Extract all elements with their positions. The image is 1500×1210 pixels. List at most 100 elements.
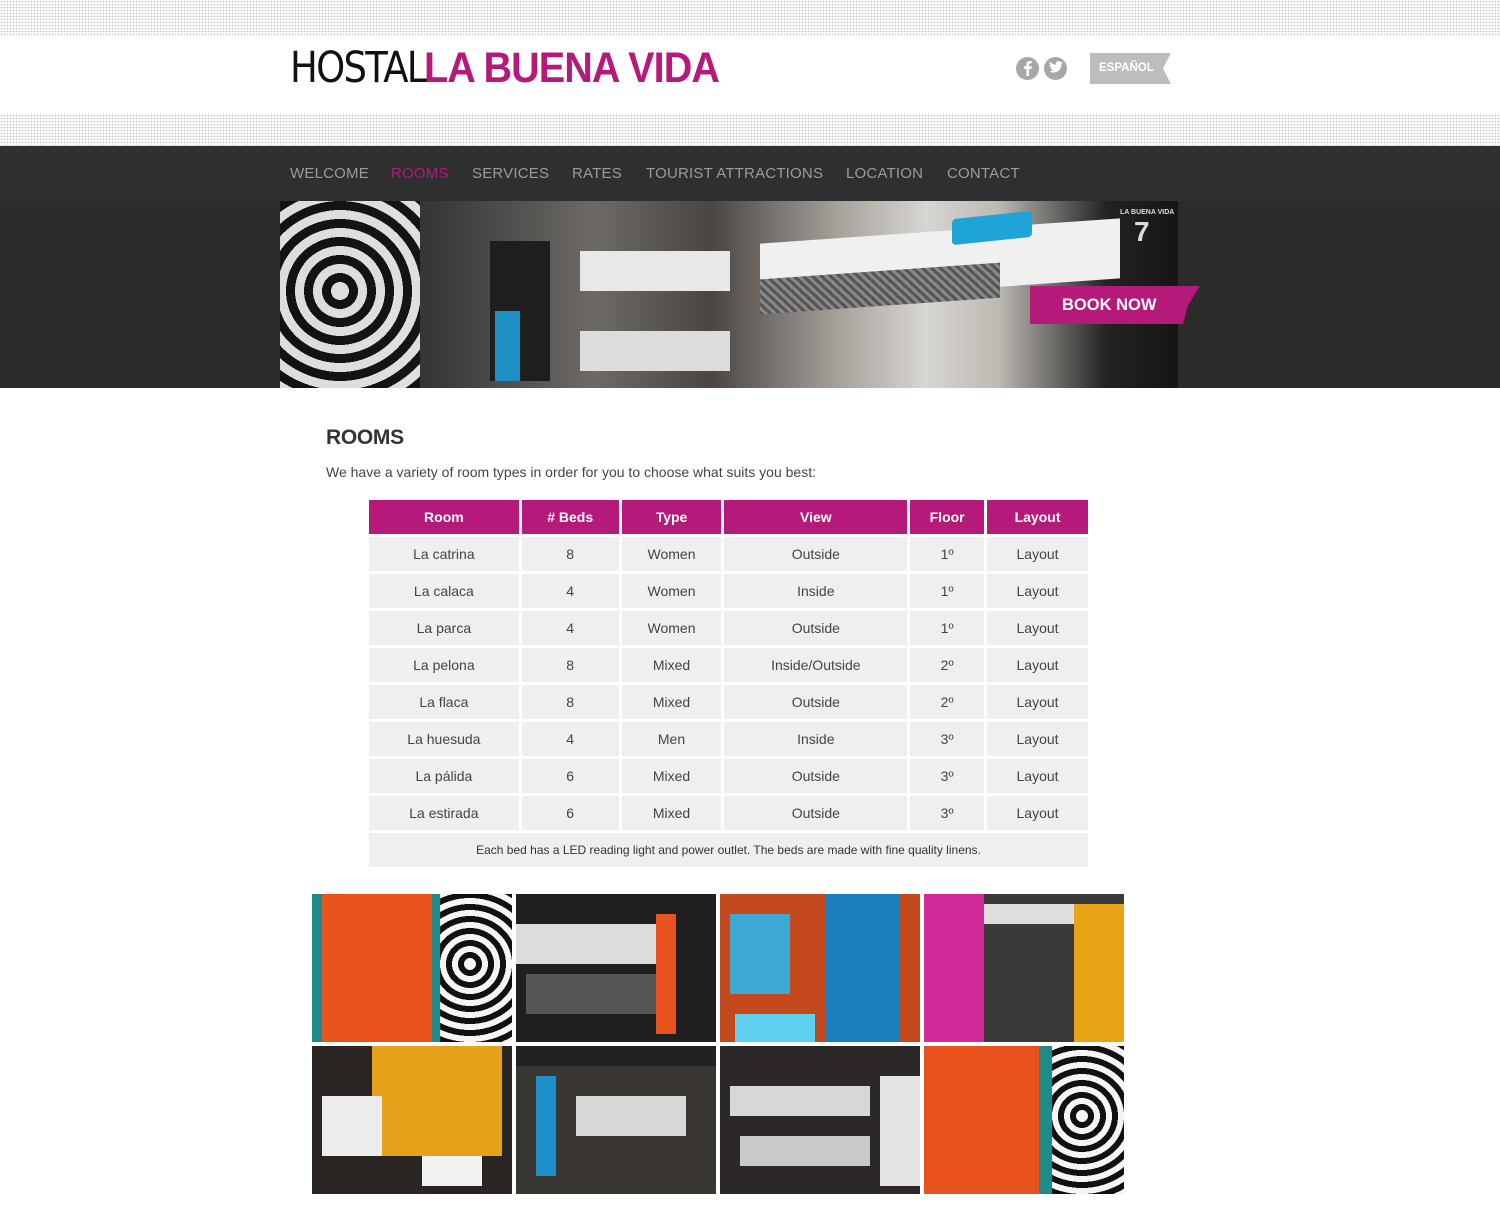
nav-item-location[interactable]: LOCATION [846, 165, 923, 182]
room-floor: 3º [910, 722, 985, 756]
gallery-photo[interactable] [720, 894, 920, 1042]
hero-blue-panel [495, 311, 520, 381]
layout-link[interactable]: Layout [1017, 731, 1059, 747]
layout-link: Layout [987, 759, 1088, 793]
table-row: La flaca 8 Mixed Outside 2º Layout [369, 685, 1088, 719]
room-view: Outside [724, 759, 908, 793]
room-floor: 1º [910, 574, 985, 608]
room-type: Mixed [621, 796, 722, 830]
layout-link[interactable]: Layout [1017, 768, 1059, 784]
room-floor: 3º [910, 796, 985, 830]
book-now-button[interactable]: BOOK NOW [1030, 286, 1200, 324]
gallery-photo[interactable] [924, 894, 1124, 1042]
gallery-photo[interactable] [720, 1046, 920, 1194]
bed-count: 8 [521, 648, 619, 682]
bed-count: 4 [521, 722, 619, 756]
layout-link: Layout [987, 537, 1088, 571]
hero-bunk-bottom [580, 331, 730, 371]
table-row: La pálida 6 Mixed Outside 3º Layout [369, 759, 1088, 793]
room-type: Mixed [621, 648, 722, 682]
room-sign-number: 7 [1134, 216, 1150, 247]
layout-link: Layout [987, 796, 1088, 830]
bed-count: 4 [521, 574, 619, 608]
header [0, 0, 1500, 146]
layout-link: Layout [987, 574, 1088, 608]
layout-link[interactable]: Layout [1017, 583, 1059, 599]
gallery-photo[interactable] [516, 1046, 716, 1194]
nav-item-rooms[interactable]: ROOMS [391, 165, 449, 182]
col-floor: Floor [910, 500, 985, 534]
col-type: Type [621, 500, 722, 534]
photo-gallery [312, 894, 1124, 1194]
intro-text: We have a variety of room types in order… [326, 464, 816, 480]
bed-count: 8 [521, 537, 619, 571]
room-floor: 1º [910, 611, 985, 645]
rooms-table: Room # Beds Type View Floor Layout La ca… [366, 497, 1091, 870]
room-type: Women [621, 574, 722, 608]
col-beds: # Beds [521, 500, 619, 534]
room-floor: 2º [910, 648, 985, 682]
col-view: View [724, 500, 908, 534]
page-title: ROOMS [326, 426, 404, 449]
logo-thin-text: HOSTAL [290, 43, 427, 93]
site-logo[interactable]: HOSTAL LA BUENA VIDA [290, 44, 745, 92]
room-name: La huesuda [369, 722, 519, 756]
room-floor: 2º [910, 685, 985, 719]
room-name: La pálida [369, 759, 519, 793]
nav-item-tourist-attractions[interactable]: TOURIST ATTRACTIONS [646, 165, 823, 182]
layout-link[interactable]: Layout [1017, 694, 1059, 710]
room-type: Men [621, 722, 722, 756]
layout-link: Layout [987, 611, 1088, 645]
room-type: Mixed [621, 759, 722, 793]
room-name: La catrina [369, 537, 519, 571]
table-row: La calaca 4 Women Inside 1º Layout [369, 574, 1088, 608]
nav-item-services[interactable]: SERVICES [472, 165, 549, 182]
layout-link[interactable]: Layout [1017, 805, 1059, 821]
room-name: La flaca [369, 685, 519, 719]
table-note: Each bed has a LED reading light and pow… [369, 833, 1088, 867]
layout-link: Layout [987, 685, 1088, 719]
room-name: La estirada [369, 796, 519, 830]
col-room: Room [369, 500, 519, 534]
hero-bunk-top [580, 251, 730, 291]
layout-link[interactable]: Layout [1017, 657, 1059, 673]
gallery-photo[interactable] [924, 1046, 1124, 1194]
room-view: Outside [724, 537, 908, 571]
nav-item-rates[interactable]: RATES [572, 165, 622, 182]
room-sign-text: LA BUENA VIDA [1120, 209, 1175, 216]
table-row: La huesuda 4 Men Inside 3º Layout [369, 722, 1088, 756]
room-name: La pelona [369, 648, 519, 682]
table-note-row: Each bed has a LED reading light and pow… [369, 833, 1088, 867]
table-row: La catrina 8 Women Outside 1º Layout [369, 537, 1088, 571]
bed-count: 6 [521, 796, 619, 830]
gallery-photo[interactable] [312, 894, 512, 1042]
twitter-icon[interactable] [1044, 57, 1067, 80]
main-nav: WELCOME ROOMS SERVICES RATES TOURIST ATT… [0, 146, 1500, 201]
facebook-icon[interactable] [1016, 57, 1039, 80]
table-row: La pelona 8 Mixed Inside/Outside 2º Layout [369, 648, 1088, 682]
nav-item-contact[interactable]: CONTACT [947, 165, 1020, 182]
layout-link: Layout [987, 722, 1088, 756]
table-row: La estirada 6 Mixed Outside 3º Layout [369, 796, 1088, 830]
hero-mural [280, 201, 420, 388]
layout-link[interactable]: Layout [1017, 620, 1059, 636]
room-type: Mixed [621, 685, 722, 719]
room-view: Inside [724, 574, 908, 608]
bed-count: 8 [521, 685, 619, 719]
room-name: La parca [369, 611, 519, 645]
language-button[interactable]: ESPAÑOL [1090, 53, 1171, 84]
gallery-photo[interactable] [312, 1046, 512, 1194]
room-view: Inside/Outside [724, 648, 908, 682]
room-view: Inside [724, 722, 908, 756]
table-row: La parca 4 Women Outside 1º Layout [369, 611, 1088, 645]
nav-item-welcome[interactable]: WELCOME [290, 165, 369, 182]
layout-link[interactable]: Layout [1017, 546, 1059, 562]
room-view: Outside [724, 685, 908, 719]
room-type: Women [621, 611, 722, 645]
room-type: Women [621, 537, 722, 571]
room-view: Outside [724, 611, 908, 645]
gallery-photo[interactable] [516, 894, 716, 1042]
room-view: Outside [724, 796, 908, 830]
header-band [0, 36, 1500, 114]
room-name: La calaca [369, 574, 519, 608]
